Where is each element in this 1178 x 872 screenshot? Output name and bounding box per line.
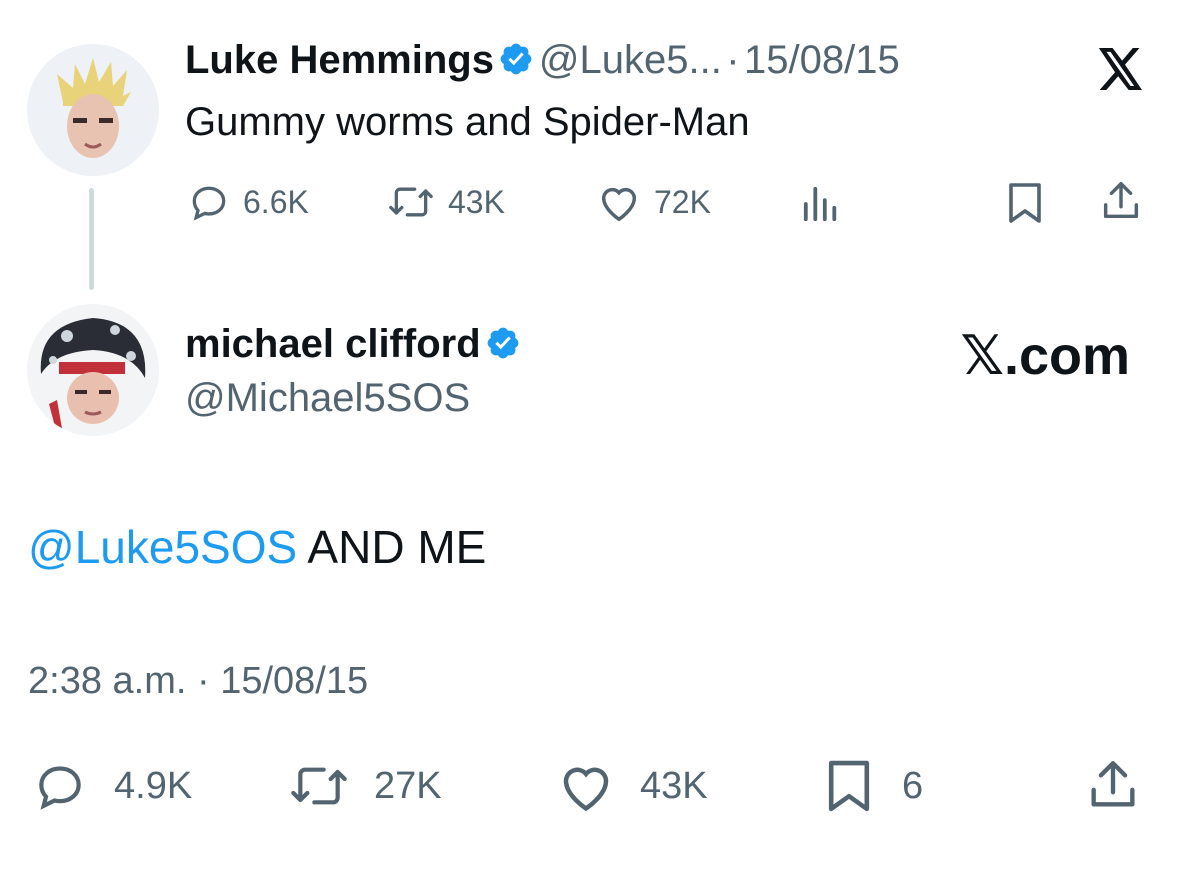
main-author-row: michael clifford [185,322,521,367]
like-count: 72K [654,183,711,220]
share-icon [1103,182,1139,219]
separator-dot: · [196,660,210,702]
verified-badge-icon [501,43,532,75]
michael-avatar[interactable] [27,304,159,436]
author-handle[interactable]: @Michael5SOS [185,376,470,421]
retweet-count: 27K [374,764,442,807]
views-button[interactable] [798,185,844,228]
retweet-button[interactable]: 27K [288,758,442,814]
retweet-icon [291,767,347,805]
author-name[interactable]: michael clifford [185,322,481,366]
like-button[interactable]: 43K [556,758,708,814]
reply-icon [192,186,226,221]
reply-icon [39,766,81,810]
like-count: 43K [640,764,708,807]
quoted-tweet-header: Luke Hemmings @Luke5... · 15/08/15 [185,38,900,83]
tweet-time: 2:38 a.m. [28,660,187,702]
thread-connector-line [89,188,94,290]
reply-count: 4.9K [114,764,193,807]
retweet-icon [389,187,433,217]
main-tweet-text: @Luke5SOS AND ME [28,520,486,574]
separator-dot: · [726,38,740,82]
like-button[interactable]: 72K [596,180,711,224]
retweet-button[interactable]: 43K [386,180,505,224]
reply-button[interactable]: 4.9K [30,758,192,814]
tweet-body: AND ME [297,521,487,573]
bookmark-button[interactable] [1004,181,1046,230]
bookmark-button[interactable]: 6 [822,758,923,814]
bookmark-count: 6 [902,764,924,807]
tweet-date[interactable]: 15/08/15 [744,38,900,82]
share-button[interactable] [1098,178,1144,229]
bookmark-icon [1009,183,1041,223]
bookmark-icon [828,760,870,812]
views-chart-icon [803,186,837,222]
reply-button[interactable]: 6.6K [187,180,309,224]
heart-icon [563,767,609,812]
quoted-tweet-text: Gummy worms and Spider-Man [185,100,750,144]
reply-count: 6.6K [243,183,309,220]
tweet-timestamp[interactable]: 2:38 a.m. · 15/08/15 [28,660,368,703]
retweet-count: 43K [448,183,505,220]
author-name[interactable]: Luke Hemmings [185,38,494,82]
share-button[interactable] [1084,756,1142,819]
tweet-date: 15/08/15 [220,660,369,702]
luke-avatar[interactable] [27,44,159,176]
author-handle[interactable]: @Luke5... [539,38,722,82]
heart-icon [601,187,637,222]
x-com-brand: 𝕏.com [960,326,1130,386]
mention-link[interactable]: @Luke5SOS [28,521,297,573]
share-icon [1091,761,1135,807]
x-logo-icon[interactable] [1096,48,1146,95]
verified-badge-icon [487,327,519,359]
